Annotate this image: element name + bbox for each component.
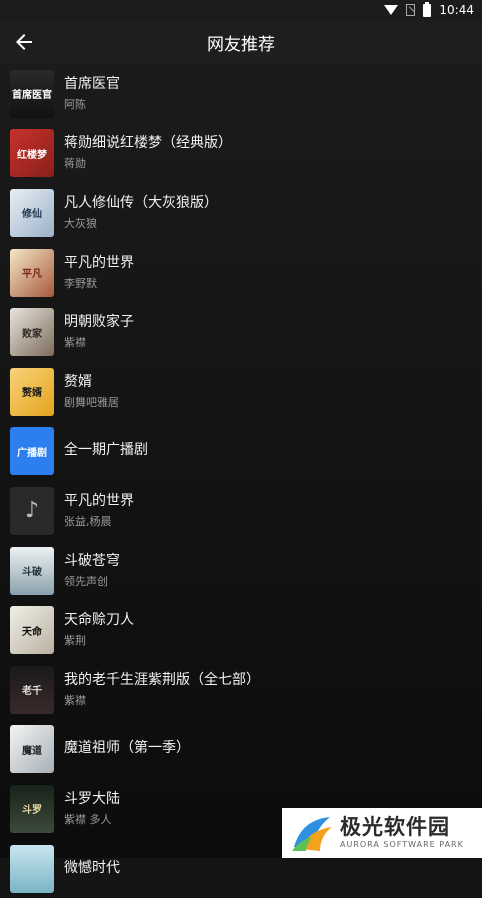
- list-item[interactable]: 修仙 凡人修仙传（大灰狼版） 大灰狼: [0, 183, 482, 243]
- book-cover: 首席医官: [10, 69, 54, 118]
- item-author: 蒋勋: [64, 157, 86, 171]
- item-author: 李野默: [64, 276, 97, 290]
- item-author: 剧舞吧雅居: [64, 395, 119, 409]
- list-item[interactable]: 平凡 平凡的世界 李野默: [0, 243, 482, 303]
- status-time: 10:44: [439, 3, 474, 17]
- item-author: 张益,杨晨: [64, 514, 112, 528]
- music-note-icon: ♪: [10, 486, 54, 535]
- list-item[interactable]: ♪ 平凡的世界 张益,杨晨: [0, 481, 482, 541]
- list-item[interactable]: 广播剧 全一期广播剧: [0, 422, 482, 482]
- item-title: 我的老千生涯紫荆版（全七部）: [64, 671, 260, 688]
- item-title: 蒋勋细说红楼梦（经典版）: [64, 135, 232, 152]
- arrow-left-icon[interactable]: [12, 30, 36, 54]
- book-cover: 斗罗: [10, 784, 54, 833]
- item-author: 大灰狼: [64, 216, 97, 230]
- wifi-icon: [384, 5, 399, 15]
- recommendation-list[interactable]: 首席医官 首席医官 阿陈 红楼梦 蒋勋细说红楼梦（经典版） 蒋勋 修仙 凡人修仙…: [0, 64, 482, 893]
- item-title: 斗破苍穹: [64, 552, 120, 569]
- book-cover: 斗破: [10, 546, 54, 595]
- watermark-title: 极光软件园: [340, 815, 450, 839]
- book-cover: 天命: [10, 606, 54, 655]
- list-item[interactable]: 斗破 斗破苍穹 领先声创: [0, 541, 482, 601]
- item-title: 平凡的世界: [64, 492, 134, 509]
- list-item[interactable]: 首席医官 首席医官 阿陈: [0, 64, 482, 124]
- item-author: 紫荆: [64, 634, 86, 648]
- list-item[interactable]: 红楼梦 蒋勋细说红楼梦（经典版） 蒋勋: [0, 124, 482, 184]
- book-cover: 修仙: [10, 188, 54, 237]
- watermark-subtitle: AURORA SOFTWARE PARK: [340, 840, 464, 849]
- item-author: 领先声创: [64, 574, 108, 588]
- top-app-bar: 网友推荐: [0, 20, 482, 64]
- watermark-logo: 极光软件园 AURORA SOFTWARE PARK: [282, 808, 482, 858]
- item-author: 紫襟: [64, 693, 86, 707]
- item-title: 魔道祖师（第一季）: [64, 740, 190, 757]
- status-bar: 10:44: [0, 0, 482, 20]
- list-item[interactable]: 败家 明朝败家子 紫襟: [0, 302, 482, 362]
- book-cover: 红楼梦: [10, 129, 54, 178]
- book-cover: 老千: [10, 665, 54, 714]
- item-title: 全一期广播剧: [64, 442, 148, 459]
- page-title: 网友推荐: [207, 34, 275, 55]
- item-title: 斗罗大陆: [64, 790, 120, 807]
- item-title: 平凡的世界: [64, 254, 134, 271]
- item-title: 凡人修仙传（大灰狼版）: [64, 194, 218, 211]
- book-cover: 赘婿: [10, 367, 54, 416]
- item-author: 阿陈: [64, 97, 86, 111]
- book-cover: 广播剧: [10, 427, 54, 476]
- list-item[interactable]: 魔道 魔道祖师（第一季）: [0, 720, 482, 780]
- item-title: 明朝败家子: [64, 314, 134, 331]
- aurora-logo-icon: [290, 813, 334, 853]
- book-cover: 平凡: [10, 248, 54, 297]
- item-title: 天命赊刀人: [64, 612, 134, 629]
- no-sim-icon: [406, 4, 416, 16]
- book-cover: 败家: [10, 308, 54, 357]
- item-title: 赘婿: [64, 373, 92, 390]
- book-cover: [10, 844, 54, 893]
- battery-icon: [423, 1, 432, 17]
- item-author: 紫襟 多人: [64, 812, 112, 826]
- item-title: 首席医官: [64, 75, 120, 92]
- list-item[interactable]: 天命 天命赊刀人 紫荆: [0, 600, 482, 660]
- book-cover: 魔道: [10, 725, 54, 774]
- item-author: 紫襟: [64, 336, 86, 350]
- item-title: 微憾时代: [64, 859, 120, 876]
- list-item[interactable]: 赘婿 赘婿 剧舞吧雅居: [0, 362, 482, 422]
- list-item[interactable]: 老千 我的老千生涯紫荆版（全七部） 紫襟: [0, 660, 482, 720]
